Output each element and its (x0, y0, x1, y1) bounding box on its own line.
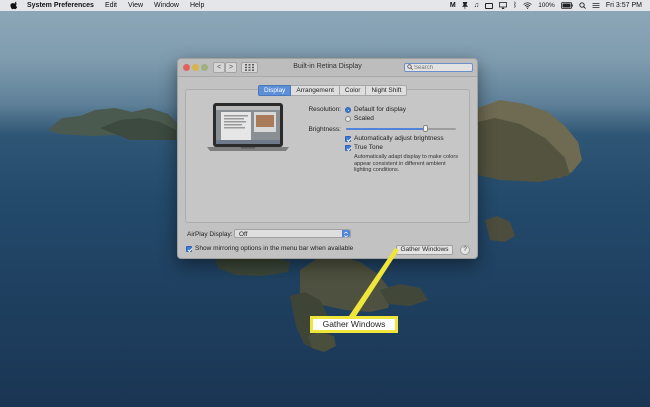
callout-label: Gather Windows (310, 316, 398, 333)
callout-pointer (349, 248, 399, 316)
